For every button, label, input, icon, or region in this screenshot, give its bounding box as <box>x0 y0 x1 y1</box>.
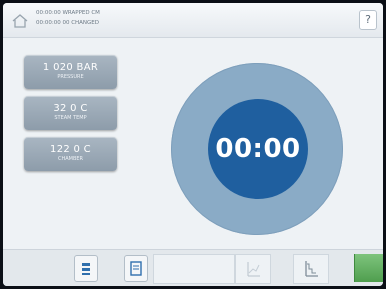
chamber-temp-value: 122 0 C <box>50 144 91 155</box>
steam-temp-label: STEAM TEMP <box>54 115 87 121</box>
graph-icon <box>294 261 328 286</box>
status-text: 00:00:00 WRAPPED CM 00:00:00 00 CHANGED <box>36 8 296 28</box>
bottom-blank-panel <box>153 254 235 284</box>
home-icon[interactable] <box>12 13 28 28</box>
top-bar: 00:00:00 WRAPPED CM 00:00:00 00 CHANGED … <box>3 3 383 38</box>
pressure-label: PRESSURE <box>57 74 84 80</box>
pressure-button[interactable]: 1 020 BAR PRESSURE <box>24 55 117 89</box>
document-button[interactable] <box>124 255 148 282</box>
document-icon <box>125 261 147 285</box>
chart-button[interactable] <box>235 254 271 284</box>
status-line-1: 00:00:00 WRAPPED CM <box>36 10 100 16</box>
start-button[interactable] <box>354 254 383 282</box>
list-icon <box>75 263 97 285</box>
chart-icon <box>236 262 270 286</box>
chamber-temp-label: CHAMBER <box>57 156 84 162</box>
steam-temp-button[interactable]: 32 0 C STEAM TEMP <box>24 96 117 130</box>
steam-temp-value: 32 0 C <box>53 103 88 114</box>
bottom-toolbar <box>3 249 383 286</box>
help-button[interactable]: ? <box>359 10 377 30</box>
pressure-value: 1 020 BAR <box>42 62 99 73</box>
graph-button[interactable] <box>293 254 329 284</box>
list-button[interactable] <box>74 255 98 282</box>
chamber-temp-button[interactable]: 122 0 C CHAMBER <box>24 137 117 171</box>
status-line-2: 00:00:00 00 CHANGED <box>36 20 100 26</box>
device-screen: 00:00:00 WRAPPED CM 00:00:00 00 CHANGED … <box>3 3 383 286</box>
timer-display: 00:00 <box>215 134 301 164</box>
